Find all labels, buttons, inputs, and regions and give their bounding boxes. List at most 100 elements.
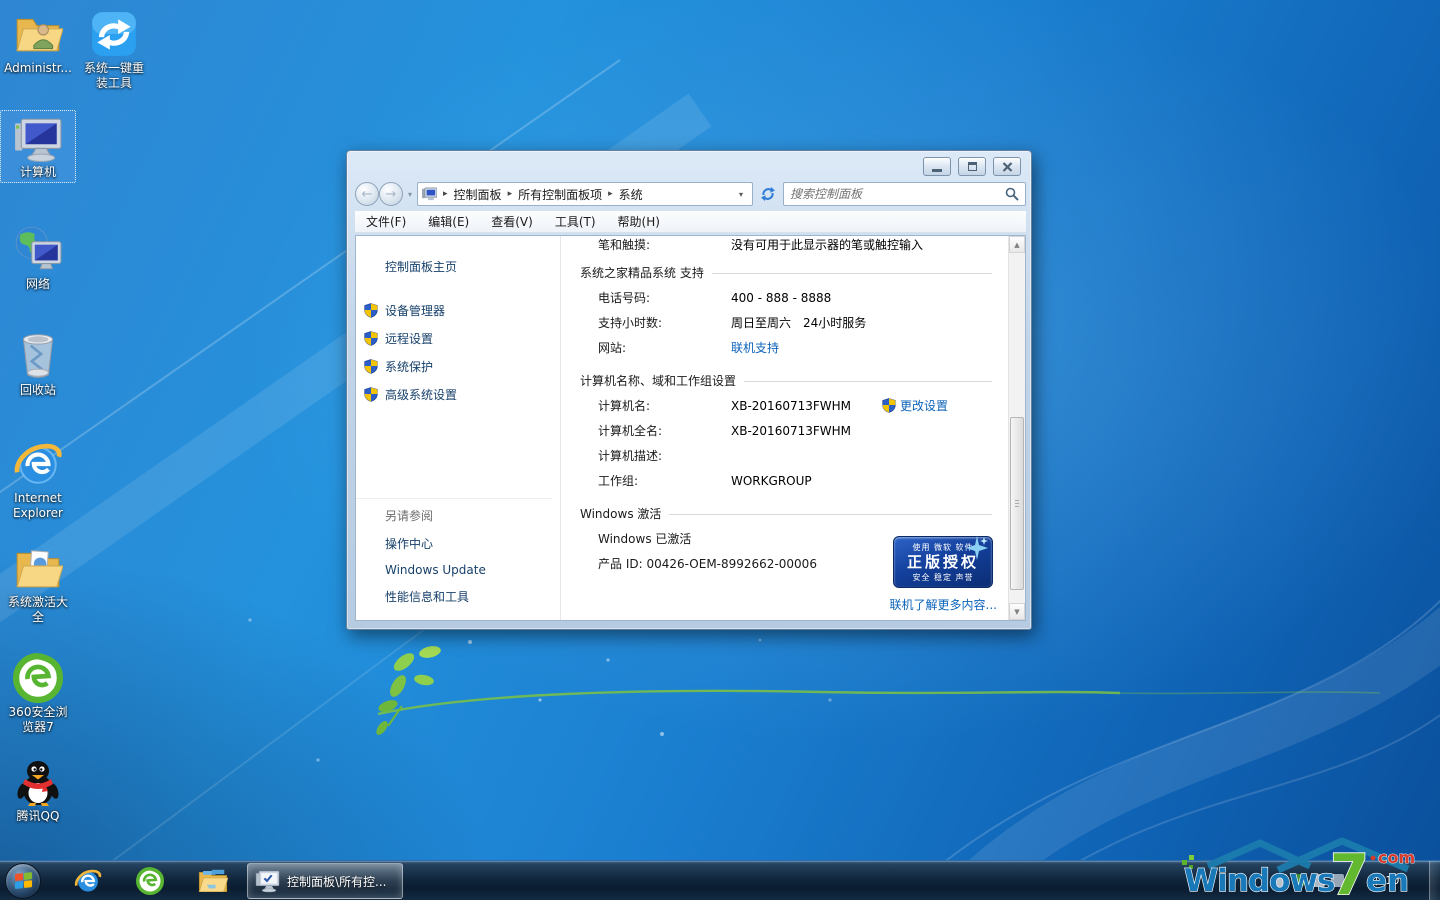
breadcrumb-all-items[interactable]: 所有控制面板项 (518, 186, 602, 203)
desktop-icon-qq[interactable]: 腾讯QQ (0, 754, 76, 827)
system-tray: 午 10: (1274, 861, 1424, 900)
taskbar-button-control-panel[interactable]: 控制面板\所有控... (247, 863, 403, 899)
desktop-icon-administrator[interactable]: Administr... (0, 6, 76, 79)
show-desktop-button[interactable] (1429, 861, 1440, 900)
system-window-icon (255, 869, 280, 893)
search-input[interactable] (790, 187, 1001, 201)
tray-icon-volume-icon[interactable] (1312, 874, 1325, 887)
learn-more-online-link[interactable]: 联机了解更多内容... (890, 596, 997, 613)
breadcrumb-control-panel[interactable]: 控制面板 (454, 186, 502, 203)
desktop: Administr... 系统一键重装工具 计算机 (0, 0, 1440, 900)
search-box[interactable] (783, 182, 1026, 206)
online-support-link[interactable]: 联机支持 (731, 339, 779, 356)
icon-label: 360安全浏览器7 (3, 705, 73, 735)
menu-help[interactable]: 帮助(H) (607, 213, 671, 230)
menu-bar: 文件(F) 编辑(E) 查看(V) 工具(T) 帮助(H) (355, 211, 1026, 233)
ie-icon (12, 439, 64, 489)
row-label: 计算机名: (580, 397, 731, 414)
sidebar-item-advanced-settings[interactable]: 高级系统设置 (364, 386, 560, 403)
activation-section-header: Windows 激活 (580, 501, 994, 526)
scroll-down-icon: ▼ (1014, 608, 1019, 616)
computer-name-row: 计算机名: XB-20160713FWHM 更改设置 (580, 393, 994, 418)
row-label: 网站: (580, 339, 731, 356)
section-title: Windows 激活 (580, 505, 661, 522)
taskbar-button-label: 控制面板\所有控... (287, 873, 387, 890)
maximize-button[interactable] (958, 157, 986, 176)
crumb-separator-icon: ▸ (504, 189, 517, 199)
sidebar-item-system-protection[interactable]: 系统保护 (364, 358, 560, 375)
sidebar-item-device-manager[interactable]: 设备管理器 (364, 302, 560, 319)
address-dropdown-icon[interactable]: ▾ (734, 190, 748, 199)
tray-icon-network-icon[interactable] (1331, 874, 1344, 887)
crumb-separator-icon: ▸ (604, 189, 617, 199)
desktop-icon-internet-explorer[interactable]: Internet Explorer (0, 436, 76, 524)
network-globe-icon (12, 225, 64, 275)
sparkle-star-icon (964, 535, 990, 561)
user-folder-icon (13, 9, 63, 59)
section-title: 计算机名称、域和工作组设置 (580, 372, 736, 389)
desktop-icon-360-browser[interactable]: 360安全浏览器7 (0, 650, 76, 738)
desktop-icon-network[interactable]: 网络 (0, 222, 76, 295)
windows-logo-icon (15, 872, 33, 891)
website-row: 网站: 联机支持 (580, 335, 994, 360)
back-button[interactable]: ← (355, 182, 379, 206)
hours-row: 支持小时数: 周日至周六 24小时服务 (580, 310, 994, 335)
sidebar-item-action-center[interactable]: 操作中心 (385, 535, 552, 552)
row-label: 工作组: (580, 472, 731, 489)
window-titlebar[interactable] (347, 151, 1031, 179)
row-label: 支持小时数: (580, 314, 731, 331)
recycle-bin-icon (13, 329, 63, 381)
taskbar-clock[interactable]: 午 10: (1350, 874, 1424, 888)
window-client-area: 控制面板主页 设备管理器 远程设置 (355, 235, 1026, 621)
see-also-header: 另请参阅 (385, 507, 552, 524)
start-button[interactable] (5, 863, 41, 899)
desktop-icon-activation-folder[interactable]: 系统激活大全 (0, 540, 76, 628)
uac-shield-icon (364, 303, 378, 318)
system-window: ← → ▾ ▸ 控制面板 ▸ 所有控制面板项 ▸ 系统 ▾ (346, 150, 1032, 630)
taskbar-360-browser-icon[interactable] (136, 867, 164, 895)
badge-line3: 安全 稳定 声誉 (894, 572, 992, 583)
scroll-up-button[interactable]: ▲ (1009, 236, 1025, 253)
product-id: 产品 ID: 00426-OEM-8992662-00006 (580, 555, 817, 572)
refresh-button[interactable] (756, 182, 780, 206)
row-label: 电话号码: (580, 289, 731, 306)
tray-icon-security[interactable] (1293, 874, 1306, 887)
taskbar-ie-icon[interactable] (74, 867, 102, 895)
genuine-microsoft-badge[interactable]: 使用 微软 软件 正版授权 安全 稳定 声誉 (893, 536, 993, 588)
sidebar-item-label: 系统保护 (385, 358, 433, 375)
desktop-icon-computer[interactable]: 计算机 (0, 110, 76, 183)
computer-icon (12, 113, 64, 163)
menu-view[interactable]: 查看(V) (480, 213, 544, 230)
sidebar-item-remote-settings[interactable]: 远程设置 (364, 330, 560, 347)
scrollbar-thumb[interactable] (1010, 417, 1024, 590)
phone-row: 电话号码: 400 - 888 - 8888 (580, 285, 994, 310)
minimize-button[interactable] (923, 157, 951, 176)
tray-icon-safely-remove[interactable] (1274, 874, 1287, 887)
menu-tools[interactable]: 工具(T) (544, 213, 607, 230)
scroll-down-button[interactable]: ▼ (1009, 603, 1025, 620)
menu-edit[interactable]: 编辑(E) (417, 213, 480, 230)
forward-button[interactable]: → (379, 182, 403, 206)
vertical-scrollbar[interactable]: ▲ ▼ (1008, 236, 1025, 620)
section-divider (712, 273, 992, 274)
taskbar-explorer-icon[interactable] (198, 867, 228, 895)
recent-pages-dropdown[interactable]: ▾ (408, 190, 412, 199)
row-value: XB-20160713FWHM (731, 399, 851, 413)
desktop-icon-recycle-bin[interactable]: 回收站 (0, 326, 76, 401)
address-bar[interactable]: ▸ 控制面板 ▸ 所有控制面板项 ▸ 系统 ▾ (417, 182, 753, 206)
qq-penguin-icon (14, 757, 62, 807)
menu-file[interactable]: 文件(F) (355, 213, 417, 230)
breadcrumb-system[interactable]: 系统 (619, 186, 643, 203)
change-settings-link[interactable]: 更改设置 (882, 393, 948, 418)
search-icon[interactable] (1005, 187, 1019, 201)
desktop-icon-reinstall-tool[interactable]: 系统一键重装工具 (76, 6, 152, 94)
sidebar-item-windows-update[interactable]: Windows Update (385, 563, 552, 577)
sidebar-item-home[interactable]: 控制面板主页 (385, 258, 560, 275)
sidebar-item-performance-tools[interactable]: 性能信息和工具 (385, 588, 552, 605)
row-value: 周日至周六 24小时服务 (731, 314, 866, 331)
section-divider (669, 514, 992, 515)
minimize-icon (932, 169, 942, 172)
full-name-row: 计算机全名: XB-20160713FWHM (580, 418, 994, 443)
close-button[interactable] (993, 157, 1021, 176)
row-value: 400 - 888 - 8888 (731, 291, 831, 305)
